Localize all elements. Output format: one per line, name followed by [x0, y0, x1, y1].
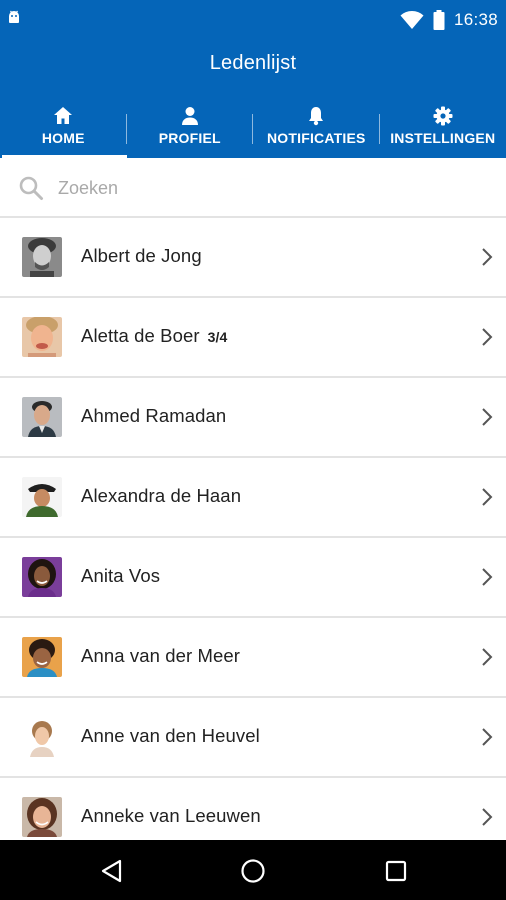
app-bar: Ledenlijst HOME PROFIEL NOTIFICATIES INS… [0, 40, 506, 158]
chevron-right-icon [482, 568, 493, 586]
member-row[interactable]: Anna van der Meer [0, 618, 506, 698]
search-input[interactable] [58, 172, 478, 204]
tab-bar: HOME PROFIEL NOTIFICATIES INSTELLINGEN [0, 102, 506, 158]
home-icon [54, 107, 73, 124]
member-name: Anita Vos [81, 565, 168, 587]
tab-label: PROFIEL [158, 130, 221, 146]
tab-label: INSTELLINGEN [390, 130, 496, 146]
member-name: Albert de Jong [81, 245, 210, 267]
avatar [22, 557, 62, 597]
chevron-right-icon [482, 648, 493, 666]
avatar [22, 237, 62, 277]
system-nav-bar [0, 840, 506, 900]
chevron-right-icon [482, 488, 493, 506]
member-row[interactable]: Albert de Jong [0, 218, 506, 298]
member-row[interactable]: Anne van den Heuvel [0, 698, 506, 778]
person-icon [181, 107, 198, 125]
bell-icon [309, 107, 324, 126]
member-name-text: Anna van der Meer [81, 645, 241, 666]
member-name-text: Alexandra de Haan [81, 485, 242, 506]
search-bar [0, 158, 506, 218]
member-name: Anne van den Heuvel [81, 725, 268, 747]
avatar [22, 797, 62, 837]
member-row[interactable]: Anneke van Leeuwen [0, 778, 506, 840]
tab-notificaties[interactable]: NOTIFICATIES [253, 102, 380, 158]
status-time: 16:38 [453, 10, 498, 29]
tab-home[interactable]: HOME [0, 102, 127, 158]
avatar [22, 637, 62, 677]
search-icon [19, 176, 43, 200]
wifi-icon [400, 11, 424, 29]
avatar [22, 717, 62, 757]
battery-icon [433, 10, 445, 30]
tab-label: NOTIFICATIES [266, 130, 366, 146]
member-name-text: Anneke van Leeuwen [81, 805, 261, 826]
member-name: Aletta de Boer 3/4 [81, 325, 227, 347]
chevron-right-icon [482, 728, 493, 746]
avatar [22, 397, 62, 437]
avatar [22, 477, 62, 517]
page-title: Ledenlijst [209, 52, 297, 74]
home-circle-icon[interactable] [240, 858, 266, 884]
member-row[interactable]: Ahmed Ramadan [0, 378, 506, 458]
android-icon [9, 10, 19, 23]
member-name-text: Aletta de Boer [81, 325, 200, 346]
member-name: Alexandra de Haan [81, 485, 249, 507]
member-row[interactable]: Aletta de Boer 3/4 [0, 298, 506, 378]
back-icon[interactable] [99, 858, 125, 884]
member-name-text: Albert de Jong [81, 245, 202, 266]
member-badge: 3/4 [207, 329, 228, 345]
recents-icon[interactable] [383, 858, 409, 884]
avatar [22, 317, 62, 357]
chevron-right-icon [482, 808, 493, 826]
tab-label: HOME [41, 130, 85, 146]
member-name-text: Anita Vos [81, 565, 161, 586]
chevron-right-icon [482, 408, 493, 426]
member-row[interactable]: Anita Vos [0, 538, 506, 618]
member-name-text: Ahmed Ramadan [81, 405, 227, 426]
gear-icon [433, 106, 453, 126]
member-name: Ahmed Ramadan [81, 405, 234, 427]
member-name: Anneke van Leeuwen [81, 805, 269, 827]
tab-profiel[interactable]: PROFIEL [127, 102, 253, 158]
member-row[interactable]: Alexandra de Haan [0, 458, 506, 538]
chevron-right-icon [482, 328, 493, 346]
tab-instellingen[interactable]: INSTELLINGEN [380, 102, 506, 158]
status-bar: 16:38 [0, 0, 506, 40]
member-list: Albert de Jong Aletta de Boer 3/4 Ahmed … [0, 218, 506, 840]
member-name-text: Anne van den Heuvel [81, 725, 260, 746]
member-name: Anna van der Meer [81, 645, 248, 667]
chevron-right-icon [482, 248, 493, 266]
